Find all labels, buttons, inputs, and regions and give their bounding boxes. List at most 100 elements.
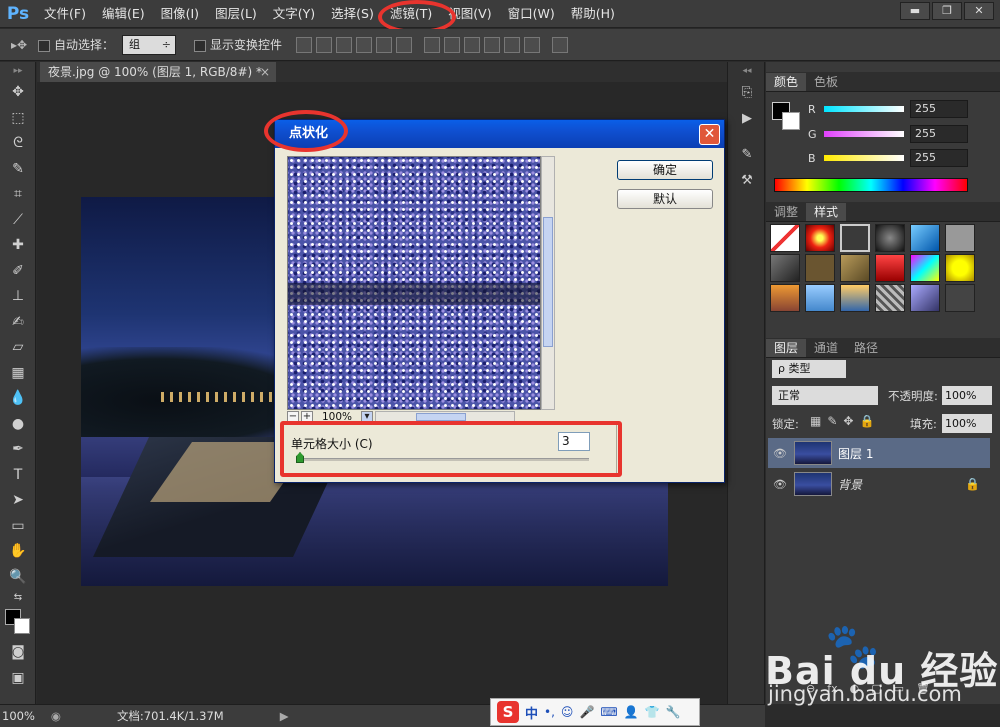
ime-punctuation[interactable]: •,	[544, 705, 555, 719]
clone-stamp-icon[interactable]: ⊥	[0, 284, 36, 310]
tab-adjustments[interactable]: 调整	[766, 203, 806, 221]
status-zoom[interactable]: 100%	[2, 709, 35, 723]
move-tool-icon[interactable]: ✥	[0, 80, 36, 106]
channel-r-slider[interactable]	[824, 106, 904, 112]
document-tab[interactable]: 夜景.jpg @ 100% (图层 1, RGB/8#) * ×	[40, 62, 276, 82]
screen-mode-icon[interactable]: ▣	[0, 666, 36, 692]
channel-b-slider[interactable]	[824, 155, 904, 161]
tab-color[interactable]: 颜色	[766, 73, 807, 91]
color-swatches[interactable]	[0, 606, 36, 640]
settings-wrench-icon[interactable]: 🔧	[666, 705, 681, 719]
preview-vscroll-thumb[interactable]	[543, 217, 553, 347]
distribute-top-icon[interactable]	[424, 36, 441, 53]
microphone-icon[interactable]: 🎤	[579, 705, 594, 719]
emoji-icon[interactable]: ☺	[561, 705, 574, 719]
history-brush-icon[interactable]: ✍	[0, 310, 36, 336]
layer-filter-dropdown[interactable]: ρ 类型	[772, 360, 846, 378]
tool-presets-icon[interactable]: ⚒	[728, 168, 766, 194]
tab-channels[interactable]: 通道	[806, 339, 846, 357]
layer-row[interactable]: 👁 背景 🔒	[768, 469, 990, 499]
style-pattern[interactable]	[875, 284, 905, 312]
channel-g-value[interactable]: 255	[910, 125, 968, 143]
healing-brush-icon[interactable]: ✚	[0, 233, 36, 259]
align-bottom-icon[interactable]	[336, 36, 353, 53]
lock-icons[interactable]: ▦✎✥🔒	[810, 414, 880, 428]
style-outline[interactable]	[840, 224, 870, 252]
status-arrow-icon[interactable]: ▶	[280, 709, 289, 723]
type-tool-icon[interactable]: T	[0, 463, 36, 489]
history-icon[interactable]: ⎘	[728, 80, 766, 106]
move-tool-icon[interactable]: ▸▸	[0, 62, 36, 80]
fill-input[interactable]: 100%	[942, 414, 992, 433]
zoom-tool-icon[interactable]: 🔍	[0, 565, 36, 591]
sogou-logo[interactable]: S	[497, 701, 519, 723]
path-select-icon[interactable]: ➤	[0, 488, 36, 514]
auto-select-checkbox[interactable]: 自动选择：	[38, 36, 114, 53]
style-gray[interactable]	[945, 224, 975, 252]
align-right-icon[interactable]	[396, 36, 413, 53]
menu-help[interactable]: 帮助(H)	[563, 0, 623, 28]
strip-collapse-icon[interactable]: ◂◂	[728, 62, 766, 80]
preview-hscroll-thumb[interactable]	[416, 413, 466, 421]
brush-tool-icon[interactable]: ✐	[0, 259, 36, 285]
menu-layer[interactable]: 图层(L)	[207, 0, 265, 28]
minimize-button[interactable]: ▬	[900, 2, 930, 20]
menu-edit[interactable]: 编辑(E)	[94, 0, 153, 28]
opacity-input[interactable]: 100%	[942, 386, 992, 405]
style-rainbow[interactable]	[910, 254, 940, 282]
hand-tool-icon[interactable]: ✋	[0, 539, 36, 565]
tab-layers[interactable]: 图层	[766, 339, 807, 357]
crop-tool-icon[interactable]: ⌗	[0, 182, 36, 208]
style-dark-metal[interactable]	[770, 254, 800, 282]
color-fg-bg[interactable]	[772, 102, 802, 132]
auto-align-icon[interactable]	[552, 36, 569, 53]
restore-button[interactable]: ❐	[932, 2, 962, 20]
lasso-tool-icon[interactable]: ᘓ	[0, 131, 36, 157]
quick-select-tool-icon[interactable]: ✎	[0, 157, 36, 183]
style-sky[interactable]	[805, 284, 835, 312]
tab-styles[interactable]: 样式	[806, 203, 847, 221]
menu-select[interactable]: 选择(S)	[323, 0, 382, 28]
style-sunset[interactable]	[840, 284, 870, 312]
gradient-tool-icon[interactable]: ▦	[0, 361, 36, 387]
distribute-right-icon[interactable]	[524, 36, 541, 53]
shape-tool-icon[interactable]: ▭	[0, 514, 36, 540]
menu-type[interactable]: 文字(Y)	[265, 0, 323, 28]
show-transform-checkbox[interactable]: 显示变换控件	[194, 36, 282, 53]
eye-icon[interactable]: 👁	[772, 478, 788, 491]
style-bronze[interactable]	[805, 254, 835, 282]
style-dark[interactable]	[945, 284, 975, 312]
align-vcenter-icon[interactable]	[316, 36, 333, 53]
ok-button[interactable]: 确定	[617, 160, 713, 180]
distribute-vcenter-icon[interactable]	[444, 36, 461, 53]
move-tool-icon[interactable]: ▸✥	[8, 36, 30, 54]
color-spectrum[interactable]	[774, 178, 968, 192]
pen-tool-icon[interactable]: ✒	[0, 437, 36, 463]
eraser-tool-icon[interactable]: ▱	[0, 335, 36, 361]
distribute-bottom-icon[interactable]	[464, 36, 481, 53]
tab-paths[interactable]: 路径	[846, 339, 886, 357]
actions-icon[interactable]: ▶	[728, 106, 766, 132]
tab-swatches[interactable]: 色板	[806, 73, 846, 91]
color-bg-swatch[interactable]	[782, 112, 800, 130]
style-red-bar[interactable]	[875, 254, 905, 282]
align-top-icon[interactable]	[296, 36, 313, 53]
style-blue[interactable]	[910, 224, 940, 252]
distribute-left-icon[interactable]	[484, 36, 501, 53]
distribute-hcenter-icon[interactable]	[504, 36, 521, 53]
background-color[interactable]	[14, 618, 30, 634]
dodge-tool-icon[interactable]: ●	[0, 412, 36, 438]
menu-file[interactable]: 文件(F)	[36, 0, 94, 28]
filter-preview[interactable]	[287, 156, 541, 410]
channel-r-value[interactable]: 255	[910, 100, 968, 118]
close-window-button[interactable]: ✕	[964, 2, 994, 20]
style-none[interactable]	[770, 224, 800, 252]
style-red-glow[interactable]	[805, 224, 835, 252]
align-left-icon[interactable]	[356, 36, 373, 53]
style-orange[interactable]	[770, 284, 800, 312]
swap-colors-icon[interactable]: ⇆	[0, 590, 36, 606]
style-purple[interactable]	[910, 284, 940, 312]
style-gold[interactable]	[840, 254, 870, 282]
style-chrome[interactable]	[875, 224, 905, 252]
align-hcenter-icon[interactable]	[376, 36, 393, 53]
